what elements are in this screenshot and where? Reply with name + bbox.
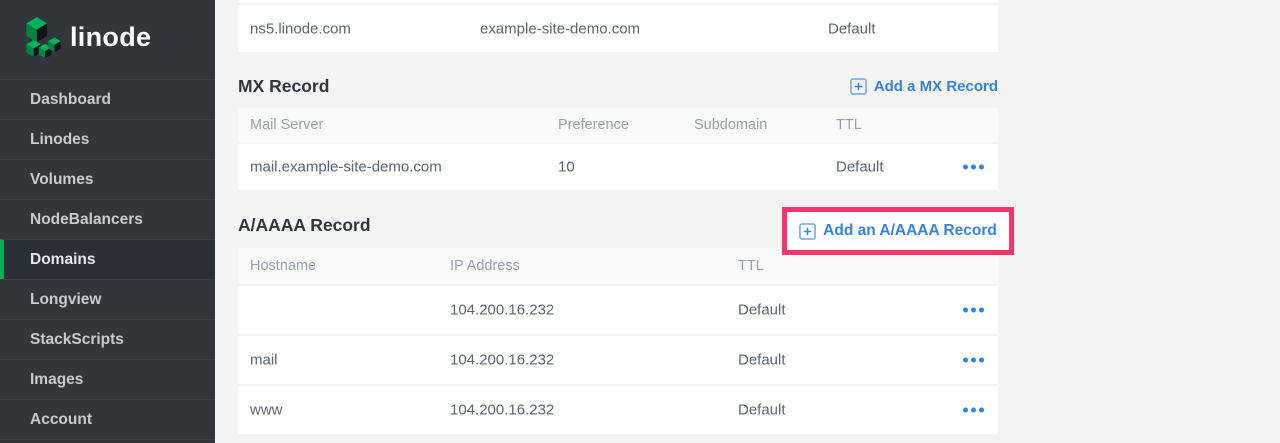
- linode-dns-manager-screen: linode Dashboard Linodes Volumes NodeBal…: [0, 0, 1280, 443]
- sidebar-item-nodebalancers[interactable]: NodeBalancers: [0, 199, 215, 239]
- sidebar-item-label: Longview: [30, 291, 101, 309]
- a-ip-address: 104.200.16.232: [450, 302, 554, 319]
- a-ip-address: 104.200.16.232: [450, 402, 554, 419]
- a-aaaa-record-title: A/AAAA Record: [238, 215, 371, 236]
- sidebar-item-label: Account: [30, 411, 92, 429]
- ellipsis-icon: [963, 165, 968, 170]
- mx-row-actions-button[interactable]: [961, 161, 985, 174]
- sidebar-item-linodes[interactable]: Linodes: [0, 119, 215, 159]
- ns-table-partial-row: [238, 0, 998, 3]
- a-row-actions-button[interactable]: [961, 404, 985, 417]
- a-ttl: Default: [738, 352, 786, 369]
- mx-col-mail-server: Mail Server: [250, 117, 323, 133]
- mx-record-row: mail.example-site-demo.com 10 Default: [238, 142, 998, 190]
- add-mx-record-label: Add a MX Record: [874, 78, 998, 95]
- ellipsis-icon: [963, 408, 968, 413]
- a-ttl: Default: [738, 302, 786, 319]
- mx-record-title: MX Record: [238, 76, 329, 97]
- ns-record-row: ns5.linode.com example-site-demo.com Def…: [238, 5, 998, 52]
- sidebar-item-label: Domains: [30, 251, 95, 269]
- ellipsis-icon: [963, 358, 968, 363]
- a-col-hostname: Hostname: [250, 258, 316, 274]
- a-ip-address: 104.200.16.232: [450, 352, 554, 369]
- sidebar-item-label: StackScripts: [30, 331, 124, 349]
- linode-cubes-logo-icon: [20, 13, 66, 61]
- ellipsis-icon: [963, 308, 968, 313]
- sidebar-item-images[interactable]: Images: [0, 359, 215, 399]
- plus-square-icon: [799, 223, 816, 240]
- a-row-actions-button[interactable]: [961, 354, 985, 367]
- a-row-actions-button[interactable]: [961, 304, 985, 317]
- mx-preference: 10: [558, 159, 575, 176]
- sidebar-item-label: Volumes: [30, 171, 93, 189]
- ns-name-server: ns5.linode.com: [250, 20, 351, 37]
- a-col-ttl: TTL: [738, 258, 764, 274]
- mx-col-preference: Preference: [558, 117, 629, 133]
- ns-domain: example-site-demo.com: [480, 20, 640, 37]
- mx-ttl: Default: [836, 159, 884, 176]
- a-aaaa-record-table: Hostname IP Address TTL 104.200.16.232 D…: [238, 248, 998, 434]
- linode-logo-text: linode: [70, 22, 151, 53]
- mx-col-ttl: TTL: [836, 117, 862, 133]
- sidebar-item-dashboard[interactable]: Dashboard: [0, 79, 215, 119]
- add-a-aaaa-record-label: Add an A/AAAA Record: [823, 222, 997, 240]
- add-a-aaaa-record-button[interactable]: Add an A/AAAA Record: [799, 222, 997, 240]
- sidebar-item-account[interactable]: Account: [0, 399, 215, 439]
- sidebar-item-stackscripts[interactable]: StackScripts: [0, 319, 215, 359]
- sidebar: linode Dashboard Linodes Volumes NodeBal…: [0, 0, 215, 443]
- mx-col-subdomain: Subdomain: [694, 117, 767, 133]
- mx-table-header: Mail Server Preference Subdomain TTL: [238, 108, 998, 142]
- sidebar-item-longview[interactable]: Longview: [0, 279, 215, 319]
- sidebar-item-domains[interactable]: Domains: [0, 239, 215, 279]
- mx-record-table: Mail Server Preference Subdomain TTL mai…: [238, 108, 998, 190]
- annotation-highlight-box: Add an A/AAAA Record: [782, 207, 1014, 255]
- ns-ttl: Default: [828, 20, 876, 37]
- a-hostname: mail: [250, 352, 278, 369]
- add-mx-record-button[interactable]: Add a MX Record: [850, 78, 998, 95]
- sidebar-item-label: Linodes: [30, 131, 89, 149]
- plus-square-icon: [850, 78, 867, 95]
- a-record-row: mail 104.200.16.232 Default: [238, 334, 998, 384]
- a-ttl: Default: [738, 402, 786, 419]
- sidebar-nav: Dashboard Linodes Volumes NodeBalancers …: [0, 79, 215, 440]
- mx-section-header: MX Record Add a MX Record: [238, 52, 998, 108]
- sidebar-item-label: Images: [30, 371, 83, 389]
- a-record-row: 104.200.16.232 Default: [238, 284, 998, 334]
- sidebar-item-label: Dashboard: [30, 91, 111, 109]
- mx-mail-server: mail.example-site-demo.com: [250, 159, 442, 176]
- a-record-row: www 104.200.16.232 Default: [238, 384, 998, 434]
- a-col-ip-address: IP Address: [450, 258, 520, 274]
- a-hostname: www: [250, 402, 283, 419]
- linode-logo[interactable]: linode: [0, 0, 215, 62]
- sidebar-item-label: NodeBalancers: [30, 211, 143, 229]
- sidebar-item-volumes[interactable]: Volumes: [0, 159, 215, 199]
